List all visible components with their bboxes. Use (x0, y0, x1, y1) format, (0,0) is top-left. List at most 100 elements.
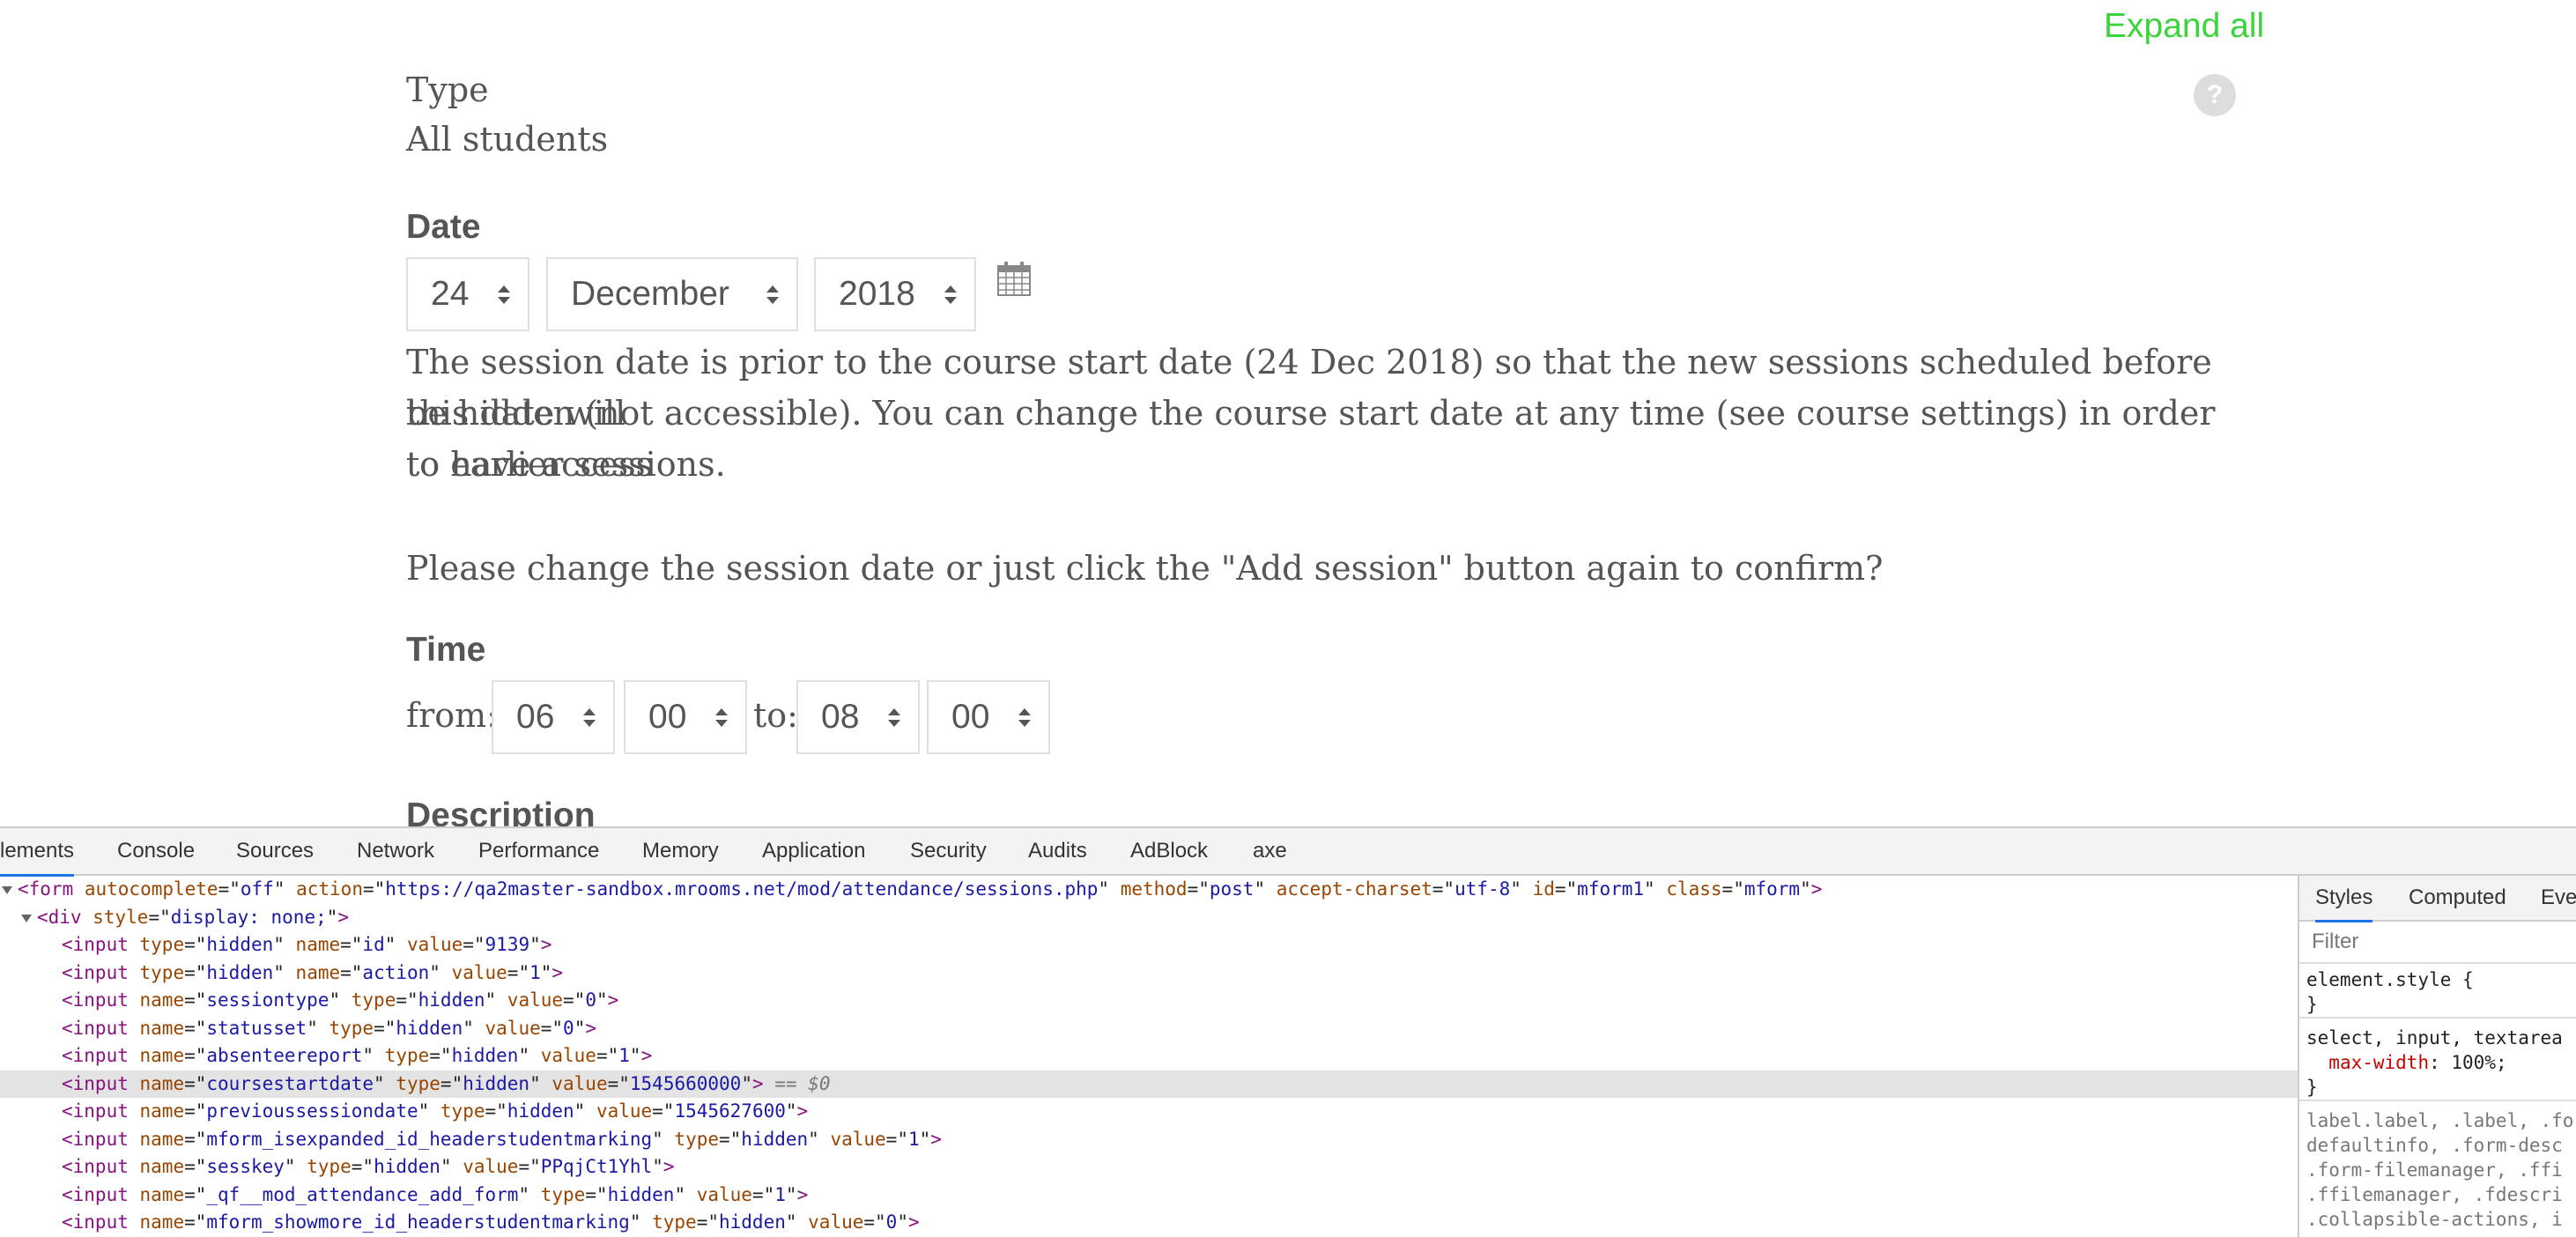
expand-triangle-icon[interactable] (2, 886, 12, 894)
code-token: id (362, 934, 385, 955)
select-arrows-icon (886, 682, 902, 752)
tab-network[interactable]: Network (357, 828, 434, 874)
rule-selector-line: .ffilemanager, .fdescri (2306, 1184, 2563, 1205)
type-value: All students (406, 120, 609, 159)
month-select[interactable]: December (546, 257, 798, 331)
tab-adblock[interactable]: AdBlock (1130, 828, 1208, 874)
day-select[interactable]: 24 (406, 257, 529, 331)
tab-elements[interactable]: lements (0, 828, 75, 877)
help-icon[interactable]: ? (2194, 74, 2236, 116)
tab-computed[interactable]: Computed (2409, 876, 2506, 920)
styles-filter-input[interactable]: Filter (2299, 922, 2576, 964)
code-token: " (463, 1017, 485, 1039)
code-token: =" (596, 1045, 619, 1066)
dom-tree[interactable]: <form autocomplete="off" action="https:/… (0, 876, 2298, 1237)
code-token: =" (518, 1156, 541, 1177)
tab-styles[interactable]: Styles (2315, 876, 2373, 922)
code-token: " (362, 1045, 385, 1066)
rule-selector: select, input, textarea (2306, 1027, 2563, 1048)
code-token: =" (184, 934, 207, 955)
code-token: " (919, 1128, 931, 1150)
code-token: > (1810, 878, 1823, 900)
code-token: name (139, 1045, 185, 1066)
code-token: " (574, 1100, 596, 1122)
code-token: <input (62, 934, 140, 955)
code-token: action (296, 878, 363, 900)
code-token: <input (62, 961, 140, 983)
code-token: =" (362, 878, 386, 900)
tab-axe[interactable]: axe (1253, 828, 1287, 874)
to-hour-select[interactable]: 08 (796, 680, 920, 754)
code-token: action (362, 961, 430, 983)
dom-node-line[interactable]: <div style="display: none;"> (0, 904, 2298, 932)
dom-node-line[interactable]: <input type="hidden" name="action" value… (0, 959, 2298, 988)
code-token: > (663, 1156, 675, 1177)
dom-node-text: <input name="statusset" type="hidden" va… (62, 1015, 596, 1043)
date-label: Date (406, 208, 481, 246)
code-token: " (629, 1045, 641, 1066)
code-token: > (607, 989, 619, 1011)
rule-close: } (2306, 1077, 2318, 1098)
dom-node-line[interactable]: <input name="sessiontype" type="hidden" … (0, 987, 2298, 1015)
dom-node-line[interactable]: <input name="previoussessiondate" type="… (0, 1098, 2298, 1126)
code-token: name (295, 934, 341, 955)
dom-node-line[interactable]: <input name="sesskey" type="hidden" valu… (0, 1153, 2298, 1181)
code-token: 0 (585, 989, 596, 1011)
devtools-tab-bar: lements Console Sources Network Performa… (0, 828, 2576, 877)
dom-node-line[interactable]: <input name="mform_showmore_id_headerstu… (0, 1209, 2298, 1237)
code-token: name (139, 1211, 185, 1233)
code-token: value (596, 1100, 653, 1122)
css-rule-max-width: select, input, textarea max-width: 100%;… (2299, 1026, 2576, 1101)
code-token: > (907, 1211, 920, 1233)
tab-application[interactable]: Application (762, 828, 865, 874)
code-token: style (93, 906, 149, 928)
expand-triangle-icon[interactable] (21, 914, 32, 922)
dom-node-line[interactable]: <input type="hidden" name="id" value="91… (0, 931, 2298, 959)
to-minute-select[interactable]: 00 (927, 680, 1050, 754)
dom-node-text: <input name="mform_showmore_id_headerstu… (62, 1209, 920, 1237)
code-token: =" (652, 1100, 675, 1122)
code-token: =" (429, 1045, 452, 1066)
rule-declaration[interactable]: max-width: 100%; (2306, 1050, 2576, 1075)
tab-event-listeners[interactable]: Eve (2541, 876, 2576, 920)
dom-node-line[interactable]: <form autocomplete="off" action="https:/… (0, 876, 2298, 904)
dom-node-line[interactable]: <input name="mform_isexpanded_id_headers… (0, 1126, 2298, 1154)
tab-audits[interactable]: Audits (1028, 828, 1087, 874)
code-token: =" (1554, 878, 1578, 900)
code-token: =" (607, 1072, 630, 1094)
tab-performance[interactable]: Performance (478, 828, 599, 874)
code-token: " (897, 1211, 908, 1233)
code-token: value (696, 1183, 752, 1205)
dom-node-line[interactable]: <input name="_qf__mod_attendance_add_for… (0, 1181, 2298, 1210)
tab-console[interactable]: Console (117, 828, 195, 874)
code-token: <input (62, 1100, 140, 1122)
code-token: " (1800, 878, 1811, 900)
code-token: sessiontype (206, 989, 329, 1011)
code-token: name (139, 1128, 185, 1150)
code-token: name (139, 1100, 185, 1122)
code-token: hidden (396, 1017, 463, 1039)
dom-node-line[interactable]: <input name="statusset" type="hidden" va… (0, 1015, 2298, 1043)
tab-sources[interactable]: Sources (236, 828, 314, 874)
select-arrows-icon (1017, 682, 1033, 752)
year-select[interactable]: 2018 (814, 257, 976, 331)
from-hour-select[interactable]: 06 (492, 680, 615, 754)
from-minute-select[interactable]: 00 (624, 680, 747, 754)
code-token: 0 (885, 1211, 898, 1233)
code-token: " (284, 1156, 307, 1177)
code-token: <input (62, 1211, 140, 1233)
dom-node-text: <input type="hidden" name="action" value… (62, 959, 563, 988)
dom-node-line[interactable]: <input name="absenteereport" type="hidde… (0, 1042, 2298, 1070)
code-token: name (139, 1183, 185, 1205)
tab-memory[interactable]: Memory (642, 828, 719, 874)
dom-node-line[interactable]: <input name="coursestartdate" type="hidd… (0, 1070, 2298, 1098)
code-token: =" (1721, 878, 1744, 900)
code-token: post (1209, 878, 1255, 900)
code-token: " (785, 1183, 797, 1205)
tab-security[interactable]: Security (910, 828, 987, 874)
code-token: " (273, 878, 297, 900)
calendar-icon[interactable] (997, 261, 1031, 296)
expand-all-link[interactable]: Expand all (2104, 7, 2264, 46)
to-label: to: (753, 696, 798, 735)
code-token: =" (1187, 878, 1210, 900)
